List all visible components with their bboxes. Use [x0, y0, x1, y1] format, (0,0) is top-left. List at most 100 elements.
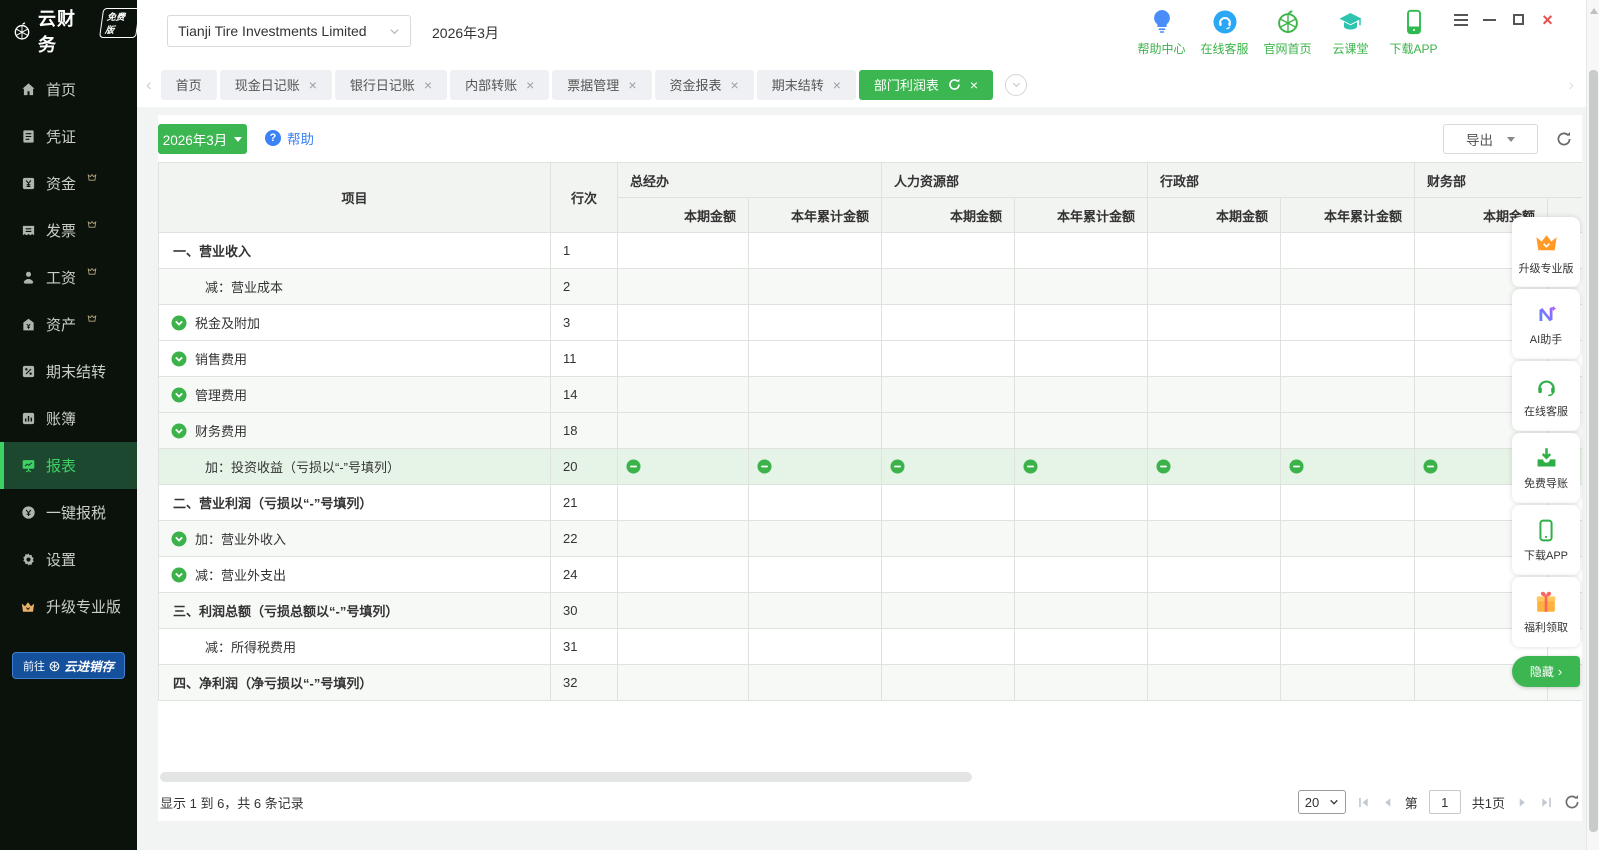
tab-label: 内部转账	[465, 75, 517, 94]
tabs-scroll-left-icon[interactable]: ‹	[137, 75, 161, 95]
refresh-icon[interactable]	[1554, 129, 1574, 149]
tab-item[interactable]: 票据管理×	[552, 70, 651, 100]
next-page-icon[interactable]	[1516, 796, 1529, 809]
help-link[interactable]: ? 帮助	[265, 128, 314, 148]
app-logo: 云财务 免费版	[0, 0, 137, 62]
tabs-scroll-right-icon[interactable]: ›	[1559, 75, 1583, 95]
tab-close-icon[interactable]: ×	[833, 78, 841, 92]
scroll-up-arrow-icon[interactable]	[1590, 8, 1598, 14]
minimize-icon[interactable]	[1481, 11, 1498, 28]
sidebar-item[interactable]: 资金	[0, 160, 137, 207]
row-item-label: 一、营业收入	[173, 241, 251, 260]
tab-close-icon[interactable]: ×	[309, 78, 317, 92]
tab-item[interactable]: 首页	[161, 70, 217, 100]
tab-item[interactable]: 部门利润表×	[859, 70, 993, 100]
sidebar-item[interactable]: 资产	[0, 301, 137, 348]
expand-icon[interactable]	[171, 387, 187, 403]
tab-item[interactable]: 期末结转 ×	[757, 70, 856, 100]
tab-refresh-icon[interactable]	[948, 78, 961, 91]
refresh-icon[interactable]	[1564, 794, 1580, 810]
quick-link-label: 官网首页	[1263, 40, 1311, 57]
minus-icon[interactable]	[1023, 459, 1038, 474]
sidebar: 云财务 免费版 首页凭证资金发票工资资产期末结转账簿报表一键报税设置升级专业版 …	[0, 0, 137, 850]
amount-cell	[749, 665, 882, 701]
sidebar-item[interactable]: 报表	[0, 442, 137, 489]
maximize-icon[interactable]	[1510, 11, 1527, 28]
sub-header-ytd: 本年累计金额	[749, 198, 882, 233]
export-button[interactable]: 导出	[1443, 124, 1538, 154]
tab-item[interactable]: 银行日记账×	[335, 70, 447, 100]
amount-cell	[749, 377, 882, 413]
quick-link[interactable]: 在线客服	[1193, 7, 1256, 57]
float-panel-item[interactable]: 升级专业版	[1512, 217, 1580, 287]
period-select-button[interactable]: 2026年3月	[158, 124, 247, 154]
tab-close-icon[interactable]: ×	[731, 78, 739, 92]
sidebar-item[interactable]: 首页	[0, 66, 137, 113]
quick-link[interactable]: 云课堂	[1319, 7, 1382, 57]
page-number-input[interactable]	[1429, 790, 1461, 814]
tab-item[interactable]: 现金日记账×	[220, 70, 332, 100]
expand-icon[interactable]	[171, 567, 187, 583]
float-panel-item[interactable]: AI助手	[1512, 289, 1580, 359]
minus-icon[interactable]	[1289, 459, 1304, 474]
sidebar-item[interactable]: 设置	[0, 536, 137, 583]
last-page-icon[interactable]	[1540, 796, 1553, 809]
close-icon[interactable]: ×	[1539, 11, 1556, 28]
sidebar-item[interactable]: 工资	[0, 254, 137, 301]
float-panel-item[interactable]: 免费导账	[1512, 433, 1580, 503]
amount-cell	[1015, 593, 1148, 629]
company-selector[interactable]: Tianji Tire Investments Limited	[167, 15, 411, 47]
table-row: 财务费用18	[159, 413, 1583, 449]
headset-blue-icon	[1212, 7, 1238, 37]
sidebar-item-label: 资产	[46, 314, 76, 335]
amount-cell	[1281, 269, 1415, 305]
minus-icon[interactable]	[1156, 459, 1171, 474]
expand-icon[interactable]	[171, 315, 187, 331]
amount-cell	[882, 305, 1015, 341]
sidebar-item[interactable]: 发票	[0, 207, 137, 254]
row-line-number: 18	[551, 413, 618, 449]
department-group-header: 行政部	[1148, 163, 1415, 198]
sidebar-item[interactable]: 账簿	[0, 395, 137, 442]
minus-icon[interactable]	[1423, 459, 1438, 474]
amount-cell	[749, 557, 882, 593]
vertical-scrollbar-thumb[interactable]	[1589, 70, 1598, 832]
hide-panel-button[interactable]: 隐藏›	[1512, 656, 1580, 687]
amount-cell	[1281, 305, 1415, 341]
tab-close-icon[interactable]: ×	[526, 78, 534, 92]
quick-link[interactable]: 帮助中心	[1130, 7, 1193, 57]
expand-icon[interactable]	[171, 531, 187, 547]
float-panel-item[interactable]: 福利领取	[1512, 577, 1580, 647]
amount-cell	[618, 341, 749, 377]
tab-item[interactable]: 内部转账 ×	[450, 70, 549, 100]
minus-icon[interactable]	[626, 459, 641, 474]
tab-close-icon[interactable]: ×	[628, 78, 636, 92]
minus-icon[interactable]	[757, 459, 772, 474]
amount-cell	[882, 521, 1015, 557]
vertical-scrollbar	[1586, 0, 1599, 850]
page-size-select[interactable]: 20	[1298, 790, 1346, 814]
float-panel-item[interactable]: 在线客服	[1512, 361, 1580, 431]
quick-link[interactable]: 官网首页	[1256, 7, 1319, 57]
float-panel-item[interactable]: 下载APP	[1512, 505, 1580, 575]
expand-icon[interactable]	[171, 351, 187, 367]
amount-cell	[749, 233, 882, 269]
goto-inventory-button[interactable]: 前往 云进销存	[12, 652, 125, 679]
prev-page-icon[interactable]	[1381, 796, 1394, 809]
sidebar-item[interactable]: 期末结转	[0, 348, 137, 395]
tabs-dropdown-button[interactable]	[1005, 74, 1027, 96]
expand-icon[interactable]	[171, 423, 187, 439]
tab-item[interactable]: 资金报表×	[655, 70, 754, 100]
sidebar-item[interactable]: 凭证	[0, 113, 137, 160]
first-page-icon[interactable]	[1357, 796, 1370, 809]
row-item-label: 加：投资收益（亏损以“-”号填列）	[205, 457, 400, 476]
menu-icon[interactable]	[1452, 11, 1469, 28]
horizontal-scrollbar-thumb[interactable]	[160, 772, 972, 782]
quick-link[interactable]: 下载APP	[1382, 7, 1445, 57]
tab-close-icon[interactable]: ×	[424, 78, 432, 92]
tab-close-icon[interactable]: ×	[970, 78, 978, 92]
minus-icon[interactable]	[890, 459, 905, 474]
sidebar-item[interactable]: 一键报税	[0, 489, 137, 536]
sidebar-item[interactable]: 升级专业版	[0, 583, 137, 630]
tab-label: 期末结转	[772, 75, 824, 94]
